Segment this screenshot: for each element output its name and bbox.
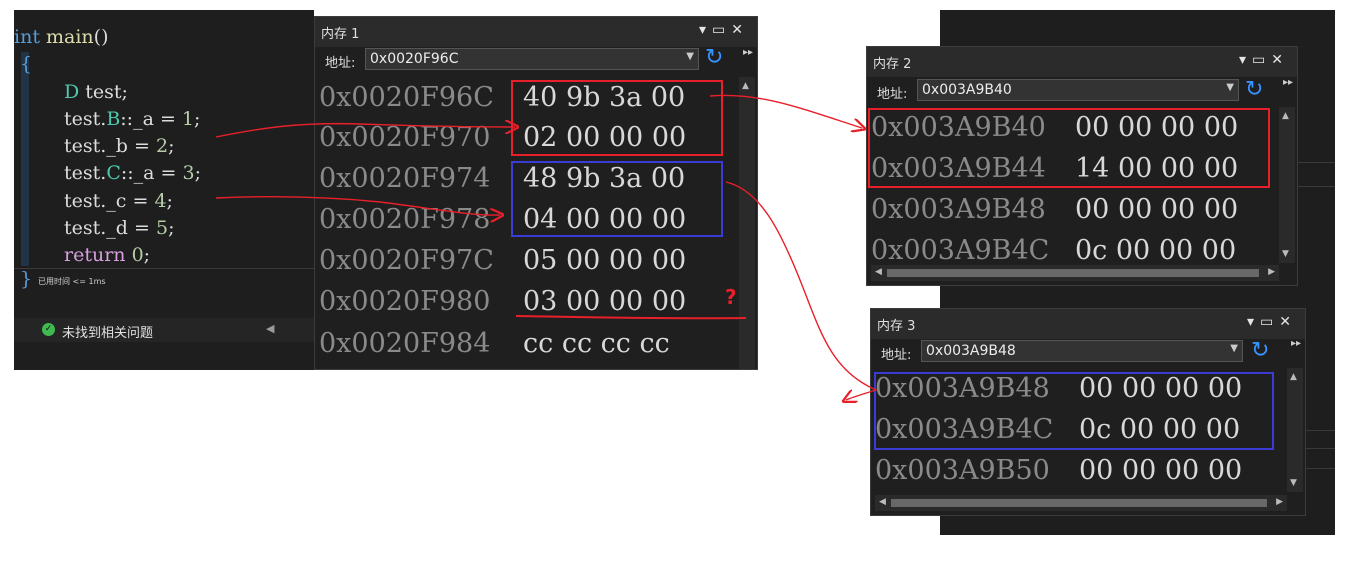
- arrow-mem1-to-mem2: [709, 94, 862, 128]
- underline-annotation: [515, 315, 747, 320]
- annotation-arrows: [215, 94, 879, 564]
- arrow-b-to-mem1: [215, 124, 515, 138]
- arrow-mem1-to-mem3: [725, 181, 879, 400]
- arrow-c-to-mem1: [215, 196, 500, 215]
